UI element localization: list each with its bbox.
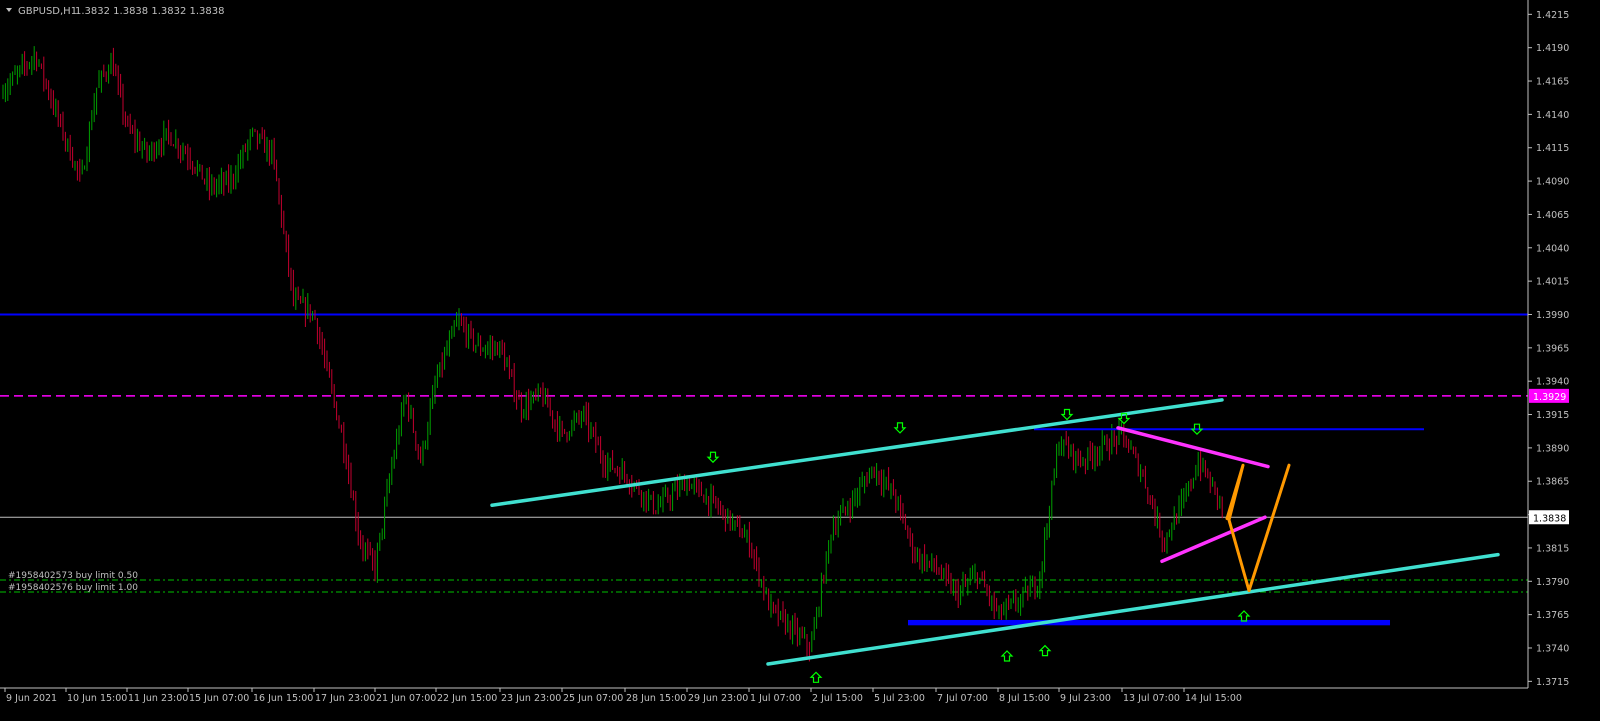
time-tick-label: 14 Jul 15:00: [1185, 693, 1242, 704]
time-tick-label: 9 Jun 2021: [6, 693, 57, 704]
down-arrow-icon: [1060, 408, 1074, 421]
price-tick-label: 1.4090: [1536, 177, 1569, 188]
time-tick-label: 10 Jun 15:00: [67, 693, 127, 704]
price-axis: 1.4215 1.4190 1.4165 1.4140 1.4115 1.4090 1.40…: [1527, 0, 1569, 688]
price-tick-label: 1.3815: [1536, 543, 1569, 554]
time-axis: 9 Jun 2021 10 Jun 15:00 11 Jun 23:00 15 Jun…: [0, 687, 1528, 704]
trend-channel-line[interactable]: [766, 552, 1500, 666]
price-tick-label: 1.4040: [1536, 243, 1569, 254]
price-tick-label: 1.4015: [1536, 277, 1569, 288]
pending-orders: #1958402573 buy limit 0.50 #1958402576 b…: [8, 571, 138, 593]
time-tick-label: 25 Jun 07:00: [563, 693, 623, 704]
time-tick-label: 21 Jun 07:00: [376, 693, 436, 704]
wedge-line[interactable]: [1116, 426, 1270, 469]
price-chart[interactable]: 1.4215 1.4190 1.4165 1.4140 1.4115 1.4090 1.40…: [0, 0, 1600, 721]
horizontal-levels: [0, 313, 1528, 593]
fractal-arrows: [706, 408, 1251, 683]
time-tick-label: 22 Jun 15:00: [437, 693, 497, 704]
order-label[interactable]: #1958402573 buy limit 0.50: [8, 571, 138, 581]
price-tick-label: 1.3915: [1536, 410, 1569, 421]
candlestick-series: [2, 46, 1223, 662]
price-tick-label: 1.3740: [1536, 643, 1569, 654]
time-tick-label: 1 Jul 07:00: [750, 693, 801, 704]
symbol-label: GBPUSD,H1: [18, 6, 77, 17]
drawn-objects: [490, 398, 1500, 666]
down-arrow-icon: [706, 451, 720, 464]
order-label[interactable]: #1958402576 buy limit 1.00: [8, 583, 138, 593]
time-tick-label: 8 Jul 15:00: [999, 693, 1050, 704]
time-tick-label: 29 Jun 23:00: [688, 693, 748, 704]
time-tick-label: 16 Jun 15:00: [253, 693, 313, 704]
level-price-label: 1.3929: [1533, 392, 1566, 403]
time-tick-label: 15 Jun 07:00: [189, 693, 249, 704]
time-tick-label: 2 Jul 15:00: [812, 693, 863, 704]
price-tick-label: 1.4165: [1536, 77, 1569, 88]
price-tick-label: 1.4065: [1536, 210, 1569, 221]
time-tick-label: 5 Jul 23:00: [874, 693, 925, 704]
price-tick-label: 1.4140: [1536, 110, 1569, 121]
price-tick-label: 1.3765: [1536, 610, 1569, 621]
up-arrow-icon: [1000, 650, 1014, 662]
wedge-line[interactable]: [1160, 515, 1267, 564]
chart-window[interactable]: 1.4215 1.4190 1.4165 1.4140 1.4115 1.4090 1.40…: [0, 0, 1600, 721]
price-tick-label: 1.3990: [1536, 310, 1569, 321]
price-tick-label: 1.3965: [1536, 343, 1569, 354]
ohlc-readout: 1.3832 1.3838 1.3832 1.3838: [75, 6, 225, 17]
price-tick-label: 1.3890: [1536, 443, 1569, 454]
time-tick-label: 11 Jun 23:00: [128, 693, 188, 704]
time-tick-label: 28 Jun 15:00: [626, 693, 686, 704]
current-price-label: 1.3838: [1533, 513, 1566, 524]
price-tick-label: 1.4115: [1536, 143, 1569, 154]
chart-header: GBPUSD,H1 1.3832 1.3838 1.3832 1.3838: [6, 6, 225, 17]
price-tick-label: 1.3865: [1536, 477, 1569, 488]
price-tick-label: 1.3940: [1536, 377, 1569, 388]
up-arrow-icon: [1038, 644, 1052, 657]
support-zone[interactable]: [908, 619, 1390, 626]
menu-triangle-icon[interactable]: [6, 8, 12, 12]
time-tick-label: 13 Jul 07:00: [1123, 693, 1180, 704]
up-arrow-icon: [809, 671, 823, 683]
price-tick-label: 1.3790: [1536, 577, 1569, 588]
price-tick-label: 1.4190: [1536, 43, 1569, 54]
price-tick-label: 1.3715: [1536, 677, 1569, 688]
up-arrow-icon: [1237, 610, 1251, 622]
down-arrow-icon: [893, 422, 907, 434]
time-tick-label: 7 Jul 07:00: [937, 693, 988, 704]
time-tick-label: 9 Jul 23:00: [1060, 693, 1111, 704]
time-tick-label: 23 Jun 23:00: [501, 693, 561, 704]
time-tick-label: 17 Jun 23:00: [315, 693, 375, 704]
price-tick-label: 1.4215: [1536, 10, 1569, 21]
